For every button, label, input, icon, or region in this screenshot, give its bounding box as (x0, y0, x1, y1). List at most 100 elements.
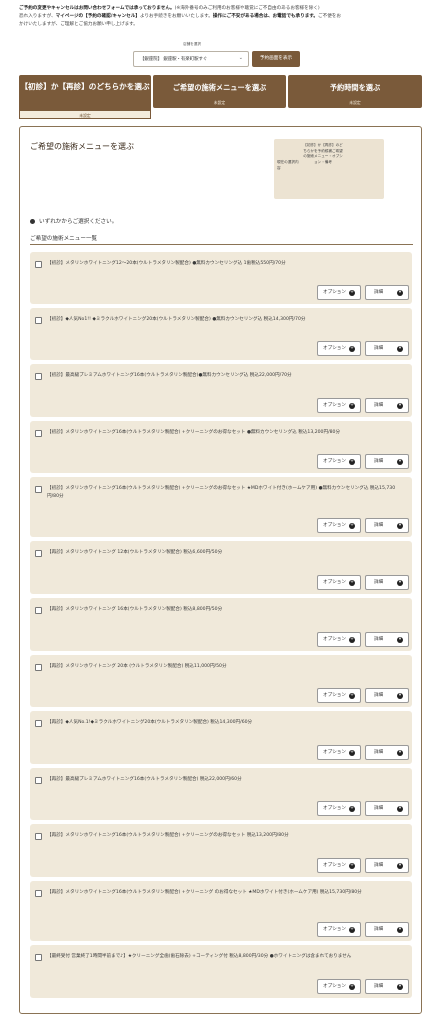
instruction-text: いずれかからご選択ください。 (30, 217, 117, 225)
chevron-down-icon: ▾ (397, 983, 403, 990)
menu-checkbox[interactable] (35, 550, 42, 557)
menu-selection-panel: ご希望の施術メニューを選ぶ 現在の選択内容 【初診】か【再診】のどちらかを予約候… (19, 126, 422, 1014)
detail-button[interactable]: 詳細 ▾ (365, 518, 409, 533)
option-button[interactable]: オプション + (317, 454, 361, 469)
chevron-down-icon: ▾ (397, 926, 403, 933)
option-button[interactable]: オプション + (317, 518, 361, 533)
detail-button[interactable]: 詳細 ▾ (365, 575, 409, 590)
menu-checkbox[interactable] (35, 664, 42, 671)
option-button[interactable]: オプション + (317, 801, 361, 816)
menu-item: 【再診】◆人気No.1!◆ミラクルホワイトニング20本(ウルトラメタリン製配合)… (30, 711, 412, 764)
detail-button[interactable]: 詳細 ▾ (365, 632, 409, 647)
chevron-down-icon: ▾ (397, 692, 403, 699)
detail-button-label: 詳細 (374, 863, 384, 868)
detail-button[interactable]: 詳細 ▾ (365, 285, 409, 300)
option-button[interactable]: オプション + (317, 632, 361, 647)
notice-text: ご予約の変更やキャンセルはお問い合わせフォームでは承っておりません。(※海外番号… (19, 5, 431, 29)
menu-item: 【最終受付 営業終了1時間半前まで♪】★クリーニング全歯(歯石除去) +コーティ… (30, 945, 412, 998)
notice-line2-pre: 恐れ入りますが、 (19, 14, 56, 19)
option-button[interactable]: オプション + (317, 745, 361, 760)
detail-button[interactable]: 詳細 ▾ (365, 801, 409, 816)
current-selection-box: 現在の選択内容 【初診】か【再診】のどちらかを予約候補ご希望の施術メニュー・オプ… (274, 139, 384, 199)
option-button-label: オプション (323, 863, 346, 868)
step-label: 【初診】か【再診】のどちらかを選ぶ (20, 82, 150, 91)
detail-button-label: 詳細 (374, 346, 384, 351)
option-button[interactable]: オプション + (317, 922, 361, 937)
store-select-value: 【銀座院】 銀座駅・有楽町駅すぐ (140, 57, 208, 62)
option-button[interactable]: オプション + (317, 979, 361, 994)
notice-line2-post: ご不便をお (318, 14, 341, 19)
plus-icon: + (349, 522, 355, 529)
detail-button[interactable]: 詳細 ▾ (365, 398, 409, 413)
plus-icon: + (349, 983, 355, 990)
menu-item-name: 【初診】メタリンホワイトニング16本(ウルトラメタリン製配合) +クリーニングの… (47, 486, 396, 499)
menu-item: 【初診】最高級プレミアムホワイトニング16本(ウルトラメタリン製配合)●無料カウ… (30, 364, 412, 417)
plus-icon: + (349, 926, 355, 933)
detail-button-label: 詳細 (374, 459, 384, 464)
menu-item-name: 【初診】◆人気No1!! ◆ミラクルホワイトニング20本(ウルトラメタリン製配合… (47, 317, 306, 322)
detail-button-label: 詳細 (374, 984, 384, 989)
option-button-label: オプション (323, 459, 346, 464)
notice-line1-rest: (※海外番号のみご利用のお客様や聴覚にご不自由のあるお客様を除く) (174, 6, 320, 11)
step-visit-type[interactable]: 【初診】か【再診】のどちらかを選ぶ 未設定 (19, 75, 151, 119)
detail-button[interactable]: 詳細 ▾ (365, 745, 409, 760)
step-status: 未設定 (19, 110, 151, 119)
detail-button[interactable]: 詳細 ▾ (365, 341, 409, 356)
menu-item: 【初診】◆人気No1!! ◆ミラクルホワイトニング20本(ウルトラメタリン製配合… (30, 308, 412, 360)
instruction-label: いずれかからご選択ください。 (39, 219, 118, 225)
menu-item-name: 【再診】メタリンホワイトニング16本(ウルトラメタリン製配合) +クリーニング … (47, 890, 362, 895)
option-button-label: オプション (323, 403, 346, 408)
divider (30, 244, 413, 245)
menu-checkbox[interactable] (35, 777, 42, 784)
menu-item-name: 【初診】メタリンホワイトニング16本(ウルトラメタリン製配合) +クリーニングの… (47, 430, 341, 435)
option-button[interactable]: オプション + (317, 688, 361, 703)
menu-checkbox[interactable] (35, 261, 42, 268)
detail-button[interactable]: 詳細 ▾ (365, 454, 409, 469)
menu-checkbox[interactable] (35, 486, 42, 493)
option-button[interactable]: オプション + (317, 285, 361, 300)
menu-checkbox[interactable] (35, 890, 42, 897)
option-button-label: オプション (323, 927, 346, 932)
chevron-down-icon: ⌄ (238, 55, 243, 61)
detail-button-label: 詳細 (374, 637, 384, 642)
detail-button-label: 詳細 (374, 693, 384, 698)
menu-item-name: 【再診】最高級プレミアムホワイトニング16本(ウルトラメタリン製配合) 税込22… (47, 777, 242, 782)
menu-item-name: 【再診】メタリンホワイトニング 16本(ウルトラメタリン製配合) 税込8,800… (47, 607, 223, 612)
step-status: 未設定 (213, 100, 226, 105)
option-button-label: オプション (323, 750, 346, 755)
option-button[interactable]: オプション + (317, 341, 361, 356)
detail-button-label: 詳細 (374, 750, 384, 755)
chevron-down-icon: ▾ (397, 522, 403, 529)
menu-item-name: 【再診】メタリンホワイトニング 12本(ウルトラメタリン製配合) 税込6,600… (47, 550, 223, 555)
menu-list-title: ご希望の施術メニュー一覧 (30, 236, 98, 242)
option-button-label: オプション (323, 637, 346, 642)
step-reservation-time[interactable]: 予約時間を選ぶ 未設定 (288, 75, 422, 108)
detail-button-label: 詳細 (374, 806, 384, 811)
menu-item: 【初診】メタリンホワイトニング16本(ウルトラメタリン製配合) +クリーニングの… (30, 477, 412, 537)
detail-button[interactable]: 詳細 ▾ (365, 979, 409, 994)
menu-checkbox[interactable] (35, 373, 42, 380)
menu-checkbox[interactable] (35, 954, 42, 961)
menu-checkbox[interactable] (35, 607, 42, 614)
panel-title: ご希望の施術メニューを選ぶ (30, 142, 134, 151)
detail-button[interactable]: 詳細 ▾ (365, 688, 409, 703)
menu-checkbox[interactable] (35, 430, 42, 437)
store-select[interactable]: 【銀座院】 銀座駅・有楽町駅すぐ ⌄ (133, 51, 249, 67)
show-reservation-button[interactable]: 予約画面を表示 (252, 51, 300, 67)
option-button-label: オプション (323, 290, 346, 295)
menu-item-name: 【初診】最高級プレミアムホワイトニング16本(ウルトラメタリン製配合)●無料カウ… (47, 373, 292, 378)
chevron-down-icon: ▾ (397, 805, 403, 812)
store-select-label: 店舗を選択 (183, 42, 201, 46)
detail-button[interactable]: 詳細 ▾ (365, 922, 409, 937)
option-button-label: オプション (323, 984, 346, 989)
menu-checkbox[interactable] (35, 720, 42, 727)
option-button[interactable]: オプション + (317, 858, 361, 873)
step-treatment-menu[interactable]: ご希望の施術メニューを選ぶ 未設定 (153, 75, 286, 108)
menu-checkbox[interactable] (35, 317, 42, 324)
detail-button[interactable]: 詳細 ▾ (365, 858, 409, 873)
plus-icon: + (349, 289, 355, 296)
menu-checkbox[interactable] (35, 833, 42, 840)
notice-line1-bold: ご予約の変更やキャンセルはお問い合わせフォームでは承っておりません。 (19, 6, 175, 11)
option-button[interactable]: オプション + (317, 398, 361, 413)
option-button[interactable]: オプション + (317, 575, 361, 590)
